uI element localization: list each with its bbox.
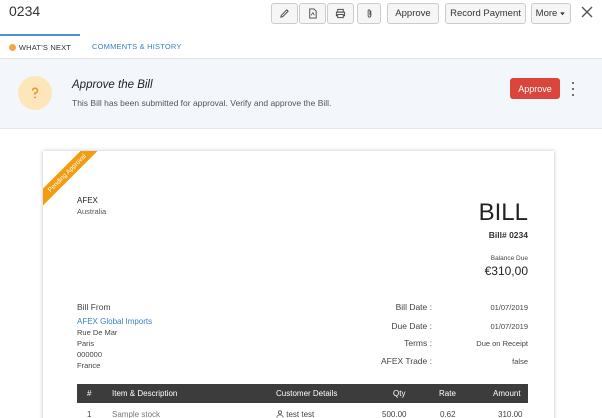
items-table-header: # Item & Description Customer Details Qt…: [77, 384, 528, 403]
col-header-number: #: [87, 389, 92, 398]
pdf-icon: [309, 8, 317, 19]
vendor-address-line: 000000: [77, 350, 103, 359]
due-date-value: 01/07/2019: [490, 322, 528, 331]
col-header-item: Item & Description: [112, 389, 178, 398]
bill-from-label: Bill From: [77, 302, 111, 312]
pdf-button[interactable]: [299, 3, 326, 24]
kebab-menu-icon[interactable]: [570, 82, 576, 96]
balance-due-label: Balance Due: [490, 255, 528, 262]
bill-heading: BILL: [478, 199, 528, 226]
col-header-customer: Customer Details: [276, 389, 338, 398]
record-payment-button[interactable]: Record Payment: [445, 3, 526, 24]
print-icon: [335, 8, 346, 19]
due-date-label: Due Date :: [391, 321, 432, 331]
afex-trade-label: AFEX Trade :: [380, 356, 432, 366]
row-amount: 310.00: [498, 410, 523, 418]
col-header-rate: Rate: [439, 389, 456, 398]
org-country: Australia: [77, 207, 107, 216]
tab-whats-next-label: WHAT'S NEXT: [18, 43, 72, 52]
tab-whats-next[interactable]: WHAT'S NEXT: [0, 34, 80, 59]
user-icon: [276, 410, 284, 418]
attachment-icon: [367, 9, 371, 18]
tab-bar: WHAT'S NEXT COMMENTS & HISTORY: [0, 34, 602, 59]
terms-label: Terms :: [404, 338, 432, 348]
tab-comments-history[interactable]: COMMENTS & HISTORY: [92, 34, 182, 59]
bill-date-label: Bill Date :: [395, 302, 432, 312]
vendor-address-line: Rue De Mar: [77, 328, 118, 337]
row-rate: 0.62: [440, 410, 456, 418]
attach-button[interactable]: [357, 3, 381, 24]
banner-subtitle: This Bill has been submitted for approva…: [72, 98, 332, 108]
top-bar: 0234 Approve Record Payment More: [0, 0, 602, 28]
org-name: AFEX: [77, 196, 98, 205]
row-number: 1: [87, 410, 92, 418]
bill-number: Bill# 0234: [488, 230, 528, 240]
print-button[interactable]: [327, 3, 354, 24]
row-customer: test test: [276, 410, 314, 418]
vendor-address-line: Paris: [77, 339, 95, 348]
close-icon[interactable]: [580, 5, 594, 19]
info-dot-icon: [8, 44, 16, 51]
question-icon: [18, 76, 52, 110]
row-item: Sample stock: [112, 410, 161, 418]
edit-icon: [280, 9, 289, 18]
banner-title: Approve the Bill: [72, 79, 153, 91]
bill-document: Pending Approval AFEX Australia BILL Bil…: [43, 151, 554, 418]
afex-trade-value: false: [512, 357, 528, 366]
bill-date-value: 01/07/2019: [490, 303, 528, 312]
col-header-amount: Amount: [493, 389, 521, 398]
col-header-qty: Qty: [393, 389, 406, 398]
more-label: More: [535, 8, 558, 19]
table-row: 1 Sample stock test test 500.00 0.62 310…: [77, 403, 528, 418]
vendor-link[interactable]: AFEX Global Imports: [77, 317, 152, 326]
terms-value: Due on Receipt: [476, 339, 528, 348]
row-qty: 500.00: [382, 410, 407, 418]
row-customer-name: test test: [286, 410, 315, 418]
bill-number-title: 0234: [9, 3, 41, 19]
approve-toolbar-button[interactable]: Approve: [387, 3, 439, 24]
edit-button[interactable]: [271, 3, 298, 24]
more-button[interactable]: More: [531, 3, 571, 24]
balance-due-value: €310,00: [484, 264, 528, 278]
caret-down-icon: [560, 12, 566, 16]
approval-banner: Approve the Bill This Bill has been subm…: [0, 59, 602, 129]
approve-button[interactable]: Approve: [510, 78, 560, 99]
vendor-address-line: France: [77, 361, 101, 370]
